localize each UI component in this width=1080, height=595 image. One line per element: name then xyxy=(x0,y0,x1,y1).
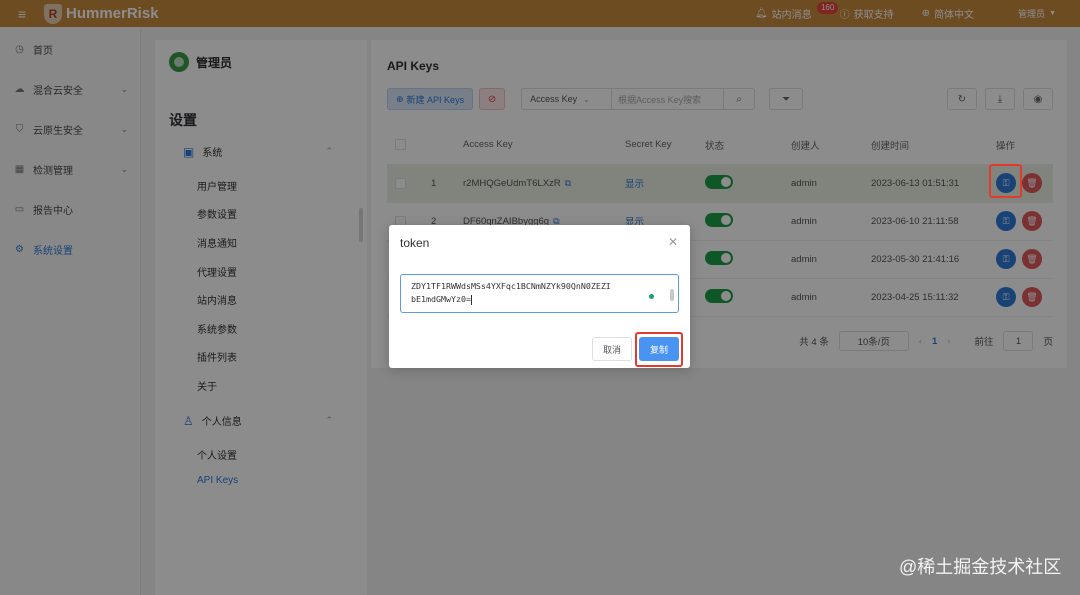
token-line: bE1mdGMwYz0= xyxy=(411,294,471,304)
text-caret xyxy=(470,294,472,305)
token-textarea[interactable]: ZDY1TF1RWWdsMSs4YXFqc1BCNmNZYk90QnN0ZEZI… xyxy=(400,274,679,313)
highlight-token-button xyxy=(989,164,1022,198)
cancel-button[interactable]: 取消 xyxy=(592,337,632,361)
textarea-scrollbar[interactable] xyxy=(670,289,674,301)
token-line: ZDY1TF1RWWdsMSs4YXFqc1BCNmNZYk90QnN0ZEZI xyxy=(411,281,611,291)
close-icon[interactable]: ✕ xyxy=(668,235,678,249)
status-dot xyxy=(649,294,654,299)
watermark: @稀土掘金技术社区 xyxy=(899,557,1062,577)
dialog-title: token xyxy=(400,236,430,250)
highlight-copy-button xyxy=(635,332,683,367)
